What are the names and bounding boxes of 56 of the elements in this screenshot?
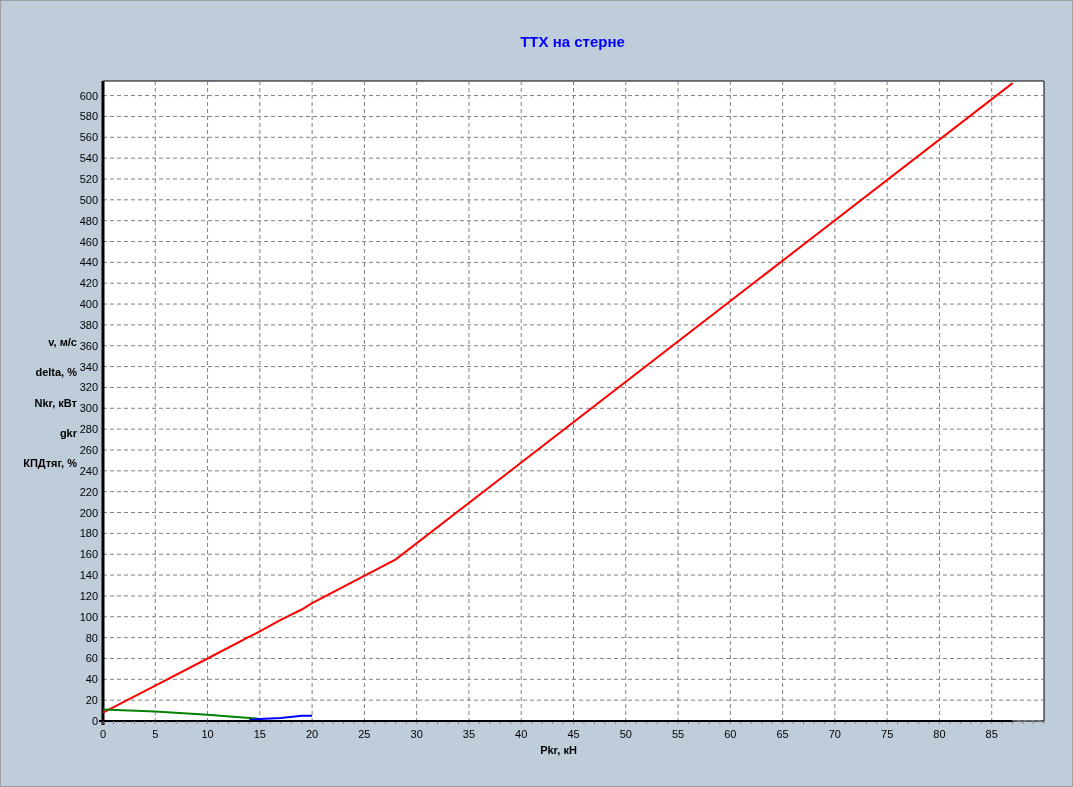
y-tick-label: 440	[79, 256, 98, 269]
y-tick-label: 560	[79, 131, 98, 144]
x-tick-label: 85	[985, 728, 998, 740]
x-tick-label: 70	[828, 728, 841, 740]
y-tick-label: 360	[79, 339, 98, 352]
y-tick-label: 340	[79, 360, 98, 373]
y-tick-label: 420	[79, 277, 98, 290]
x-tick-label: 5	[152, 728, 159, 740]
y-tick-label: 80	[85, 631, 98, 644]
x-tick-label: 45	[567, 728, 580, 740]
y-tick-label: 160	[79, 548, 98, 561]
x-tick-label: 65	[776, 728, 789, 740]
x-tick-label: 40	[515, 728, 528, 740]
y-tick-label: 480	[79, 214, 98, 227]
y-tick-label: 60	[85, 652, 98, 665]
y-tick-label: 180	[79, 527, 98, 540]
y-tick-label: 500	[79, 193, 98, 206]
y-axis-title: Nkr, кВт	[34, 396, 77, 409]
y-tick-label: 240	[79, 464, 98, 477]
y-tick-label: 600	[79, 89, 98, 102]
x-tick-label: 25	[358, 728, 371, 740]
x-tick-label: 20	[306, 728, 319, 740]
y-tick-label: 320	[79, 381, 98, 394]
x-axis-title: Pkr, кН	[540, 744, 577, 756]
y-tick-label: 120	[79, 589, 98, 602]
y-axis-title: v, м/с	[48, 336, 77, 348]
x-tick-label: 0	[99, 728, 107, 740]
x-tick-label: 75	[881, 728, 894, 740]
x-tick-label: 15	[253, 728, 266, 740]
y-tick-label: 20	[85, 694, 98, 707]
y-tick-label: 400	[79, 298, 98, 311]
y-tick-label: 520	[79, 173, 98, 185]
x-tick-label: 80	[933, 728, 946, 740]
y-tick-label: 380	[79, 318, 98, 331]
y-tick-label: 300	[79, 402, 98, 415]
y-tick-label: 0	[91, 715, 98, 727]
y-axis-title: delta, %	[35, 366, 77, 379]
x-tick-label: 30	[410, 728, 423, 740]
x-tick-label: 55	[671, 728, 685, 740]
y-tick-label: 540	[79, 152, 98, 165]
x-tick-label: 10	[201, 728, 214, 740]
y-tick-label: 260	[79, 444, 98, 456]
x-tick-label: 60	[724, 728, 737, 740]
y-axis-title: КПДтяг, %	[23, 457, 77, 470]
y-tick-label: 100	[79, 610, 98, 623]
x-tick-label: 35	[462, 728, 476, 740]
y-tick-label: 580	[79, 110, 98, 123]
y-tick-label: 460	[79, 235, 98, 248]
chart-title: ТТХ на стерне	[520, 33, 625, 50]
y-tick-label: 220	[79, 485, 98, 498]
y-tick-label: 280	[79, 423, 98, 436]
y-axis-title: gkr	[59, 426, 77, 439]
y-tick-label: 200	[79, 506, 98, 519]
y-tick-label: 40	[85, 673, 98, 686]
x-tick-label: 50	[619, 728, 632, 740]
y-tick-label: 140	[79, 569, 98, 582]
